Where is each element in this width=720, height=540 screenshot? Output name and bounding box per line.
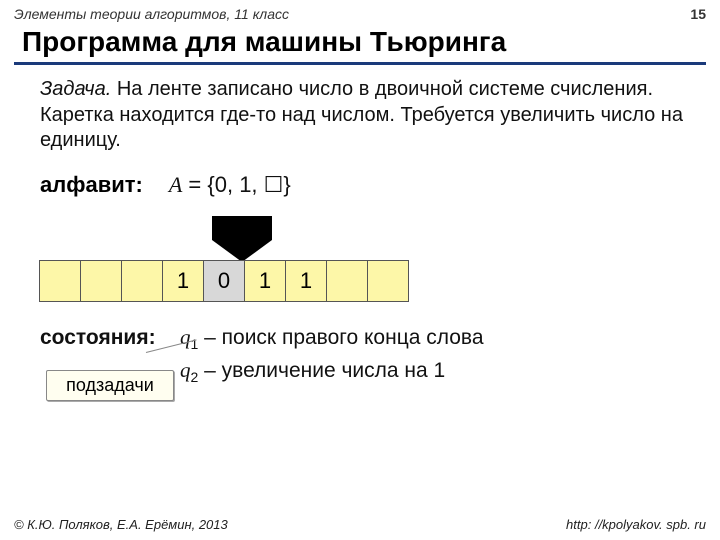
tape-cell bbox=[367, 260, 409, 302]
task-text: На ленте записано число в двоичной систе… bbox=[40, 78, 683, 151]
tape-cell: 0 bbox=[203, 260, 245, 302]
states-label: состояния: bbox=[40, 322, 180, 355]
tape-cell bbox=[39, 260, 81, 302]
title-underline bbox=[14, 62, 706, 65]
alphabet-row: алфавит: A = {0, 1, ☐} bbox=[0, 166, 720, 206]
head-triangle-icon bbox=[212, 240, 272, 262]
tape-cell bbox=[326, 260, 368, 302]
callout-box: подзадачи bbox=[46, 370, 174, 401]
state-row: q1 – поиск правого конца слова bbox=[180, 322, 484, 355]
slide-header: Элементы теории алгоритмов, 11 класс 15 bbox=[0, 0, 720, 24]
footer-url: http: //kpolyakov. spb. ru bbox=[566, 517, 706, 532]
alphabet-value: A = {0, 1, ☐} bbox=[169, 172, 291, 198]
tape-cell: 1 bbox=[162, 260, 204, 302]
alphabet-label: алфавит: bbox=[40, 172, 143, 198]
tape-cell bbox=[121, 260, 163, 302]
tape: 1011 bbox=[40, 260, 409, 302]
tape-head bbox=[212, 216, 272, 264]
copyright: © К.Ю. Поляков, Е.А. Ерёмин, 2013 bbox=[14, 517, 228, 532]
course-label: Элементы теории алгоритмов, 11 класс bbox=[14, 6, 289, 22]
task-block: Задача. На ленте записано число в двоичн… bbox=[0, 75, 720, 166]
slide-title: Программа для машины Тьюринга bbox=[0, 24, 720, 62]
tape-cell: 1 bbox=[244, 260, 286, 302]
slide-footer: © К.Ю. Поляков, Е.А. Ерёмин, 2013 http: … bbox=[0, 509, 720, 540]
head-rect bbox=[212, 216, 272, 240]
callout: подзадачи bbox=[46, 370, 174, 401]
tape-cell bbox=[80, 260, 122, 302]
turing-tape-area: 1011 bbox=[40, 216, 720, 306]
task-label: Задача. bbox=[40, 78, 111, 100]
page-number: 15 bbox=[690, 6, 706, 22]
tape-cell: 1 bbox=[285, 260, 327, 302]
state-row: q2 – увеличение числа на 1 bbox=[180, 355, 445, 388]
